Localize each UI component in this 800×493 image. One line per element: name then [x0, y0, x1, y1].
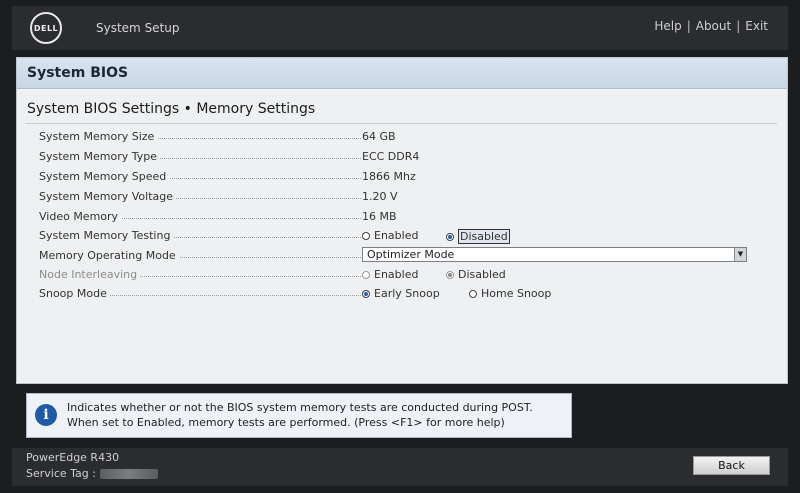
setting-row-operating-mode: Memory Operating Mode Optimizer Mode ▼ — [39, 247, 769, 265]
video-memory-value: 16 MB — [362, 210, 397, 223]
setting-row-memory-voltage: System Memory Voltage 1.20 V — [39, 188, 769, 206]
radio-label: Enabled — [374, 268, 419, 281]
redacted-value — [99, 469, 158, 479]
about-link[interactable]: About — [696, 19, 731, 33]
setting-row-memory-speed: System Memory Speed 1866 Mhz — [39, 168, 769, 186]
select-value: Optimizer Mode — [367, 248, 455, 261]
help-link[interactable]: Help — [654, 19, 681, 33]
info-icon: i — [35, 404, 57, 426]
setting-label: System Memory Size — [39, 130, 158, 143]
memory-testing-enabled-radio[interactable]: Enabled — [362, 229, 418, 242]
separator: | — [736, 19, 741, 33]
memory-voltage-value: 1.20 V — [362, 190, 398, 203]
service-tag: Service Tag : — [26, 467, 158, 480]
radio-selected-icon — [446, 232, 454, 241]
service-tag-label: Service Tag : — [26, 467, 96, 480]
top-bar: DELL System Setup Help | About | Exit — [12, 6, 788, 50]
snoop-home-radio[interactable]: Home Snoop — [469, 287, 551, 300]
memory-testing-disabled-radio[interactable]: Disabled — [446, 229, 510, 244]
setting-row-memory-type: System Memory Type ECC DDR4 — [39, 148, 769, 166]
radio-selected-icon — [362, 289, 370, 298]
setting-label: Snoop Mode — [39, 287, 110, 300]
panel-title: System BIOS — [27, 65, 129, 81]
radio-icon — [362, 270, 370, 279]
back-button[interactable]: Back — [693, 456, 770, 475]
memory-size-value: 64 GB — [362, 130, 396, 143]
snoop-early-radio[interactable]: Early Snoop — [362, 287, 440, 300]
panel-header: System BIOS — [17, 58, 787, 89]
setting-row-node-interleaving: Node Interleaving Enabled Disabled — [39, 266, 769, 284]
footer-bar: PowerEdge R430 Service Tag : Back — [12, 448, 788, 486]
interleaving-disabled-radio: Disabled — [446, 268, 506, 281]
memory-speed-value: 1866 Mhz — [362, 170, 416, 183]
model-name: PowerEdge R430 — [26, 451, 120, 464]
radio-icon — [362, 231, 370, 240]
interleaving-enabled-radio: Enabled — [362, 268, 418, 281]
top-links: Help | About | Exit — [654, 19, 768, 33]
chevron-down-icon[interactable]: ▼ — [734, 248, 746, 261]
setting-row-memory-testing: System Memory Testing Enabled Disabled — [39, 227, 769, 245]
operating-mode-select[interactable]: Optimizer Mode ▼ — [362, 247, 747, 262]
setting-row-video-memory: Video Memory 16 MB — [39, 208, 769, 226]
help-text: Indicates whether or not the BIOS system… — [67, 400, 533, 430]
setting-label: Node Interleaving — [39, 268, 141, 281]
setting-row-memory-size: System Memory Size 64 GB — [39, 128, 769, 146]
help-box: i Indicates whether or not the BIOS syst… — [26, 393, 572, 438]
radio-label: Disabled — [458, 229, 510, 244]
dell-logo: DELL — [30, 12, 62, 44]
setting-label: Memory Operating Mode — [39, 249, 179, 262]
exit-link[interactable]: Exit — [745, 19, 768, 33]
setting-label: System Memory Voltage — [39, 190, 177, 203]
app-title: System Setup — [96, 21, 180, 35]
memory-type-value: ECC DDR4 — [362, 150, 420, 163]
settings-panel: System BIOS System BIOS Settings • Memor… — [16, 57, 788, 384]
setting-label: System Memory Testing — [39, 229, 174, 242]
setting-label: Video Memory — [39, 210, 122, 223]
radio-label: Disabled — [458, 268, 506, 281]
help-line: When set to Enabled, memory tests are pe… — [67, 416, 505, 429]
radio-selected-icon — [446, 270, 454, 279]
section-title: System BIOS Settings • Memory Settings — [27, 101, 316, 117]
radio-label: Enabled — [374, 229, 419, 242]
radio-label: Home Snoop — [481, 287, 552, 300]
setting-row-snoop-mode: Snoop Mode Early Snoop Home Snoop — [39, 285, 769, 303]
separator: | — [686, 19, 691, 33]
setting-label: System Memory Type — [39, 150, 161, 163]
setting-label: System Memory Speed — [39, 170, 170, 183]
help-line: Indicates whether or not the BIOS system… — [67, 401, 533, 414]
radio-label: Early Snoop — [374, 287, 440, 300]
radio-icon — [469, 289, 477, 298]
divider — [25, 123, 777, 124]
